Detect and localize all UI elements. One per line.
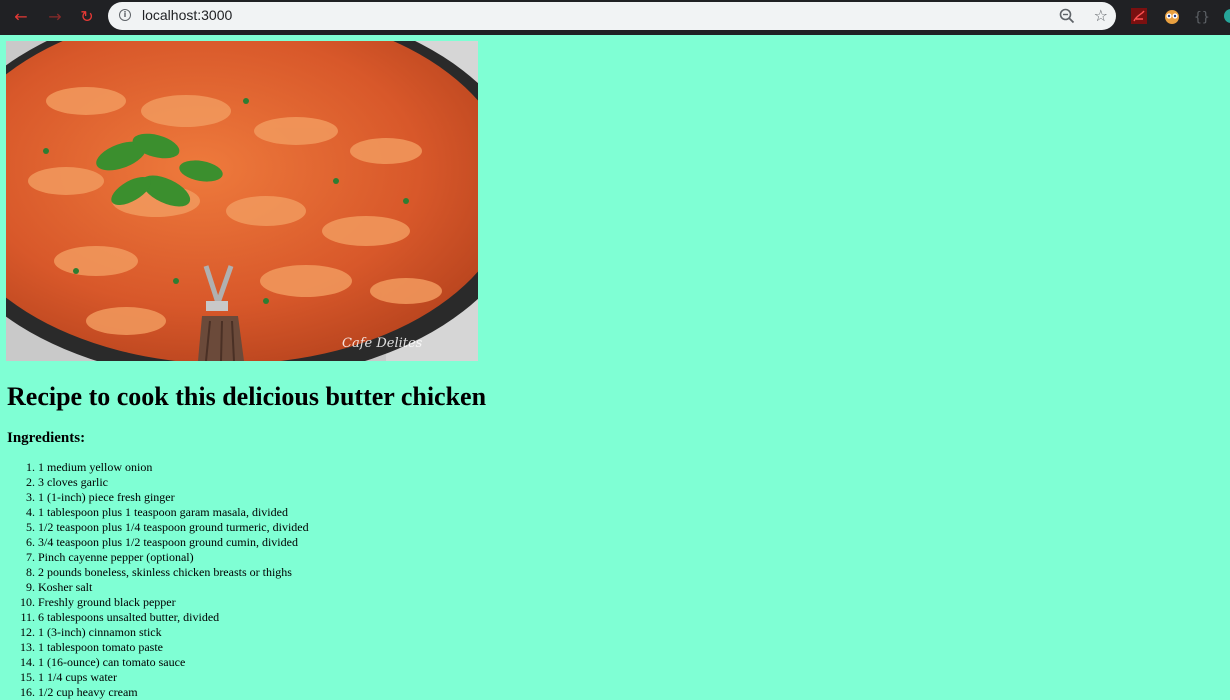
image-watermark: Cafe Delites: [342, 336, 423, 351]
ingredient-item: 1 tablespoon tomato paste: [38, 640, 309, 655]
ingredients-list: 1 medium yellow onion3 cloves garlic1 (1…: [0, 460, 309, 700]
ingredient-item: 1 (16-ounce) can tomato sauce: [38, 655, 309, 670]
ingredient-item: 3 cloves garlic: [38, 475, 309, 490]
ingredient-item: 1 (1-inch) piece fresh ginger: [38, 490, 309, 505]
ingredient-item: Freshly ground black pepper: [38, 595, 309, 610]
address-bar[interactable]: i localhost:3000 ☆: [108, 2, 1116, 30]
ingredient-item: 2 pounds boneless, skinless chicken brea…: [38, 565, 309, 580]
owl-extension-icon[interactable]: [1163, 7, 1181, 25]
ingredient-item: 1 medium yellow onion: [38, 460, 309, 475]
brackets-extension-icon[interactable]: {}: [1193, 7, 1211, 25]
ingredient-item: 6 tablespoons unsalted butter, divided: [38, 610, 309, 625]
browser-toolbar: ← → ↻ i localhost:3000 ☆ {}: [0, 0, 1230, 35]
info-icon[interactable]: i: [119, 9, 131, 21]
ingredient-item: Kosher salt: [38, 580, 309, 595]
ingredient-item: 1 1/4 cups water: [38, 670, 309, 685]
back-arrow-icon[interactable]: ←: [10, 6, 32, 28]
svg-text:{}: {}: [1194, 10, 1210, 25]
ingredients-heading: Ingredients:: [7, 430, 86, 446]
ingredient-item: 1 (3-inch) cinnamon stick: [38, 625, 309, 640]
zoom-icon[interactable]: [1058, 7, 1076, 25]
bookmark-star-icon[interactable]: ☆: [1094, 6, 1108, 25]
butter-chicken-image: Cafe Delites: [6, 41, 478, 361]
ingredient-item: 3/4 teaspoon plus 1/2 teaspoon ground cu…: [38, 535, 309, 550]
ingredient-item: 1/2 teaspoon plus 1/4 teaspoon ground tu…: [38, 520, 309, 535]
reload-icon[interactable]: ↻: [76, 6, 98, 28]
page-title: Recipe to cook this delicious butter chi…: [7, 382, 487, 411]
ingredient-item: 1/2 cup heavy cream: [38, 685, 309, 700]
ingredient-item: 1 tablespoon plus 1 teaspoon garam masal…: [38, 505, 309, 520]
pdf-extension-icon[interactable]: [1130, 7, 1148, 25]
extension-icon[interactable]: [1222, 7, 1230, 25]
url-text[interactable]: localhost:3000: [142, 7, 232, 23]
ingredient-item: Pinch cayenne pepper (optional): [38, 550, 309, 565]
forward-arrow-icon[interactable]: →: [44, 6, 66, 28]
page-content: Cafe Delites Recipe to cook this delicio…: [0, 35, 1230, 699]
